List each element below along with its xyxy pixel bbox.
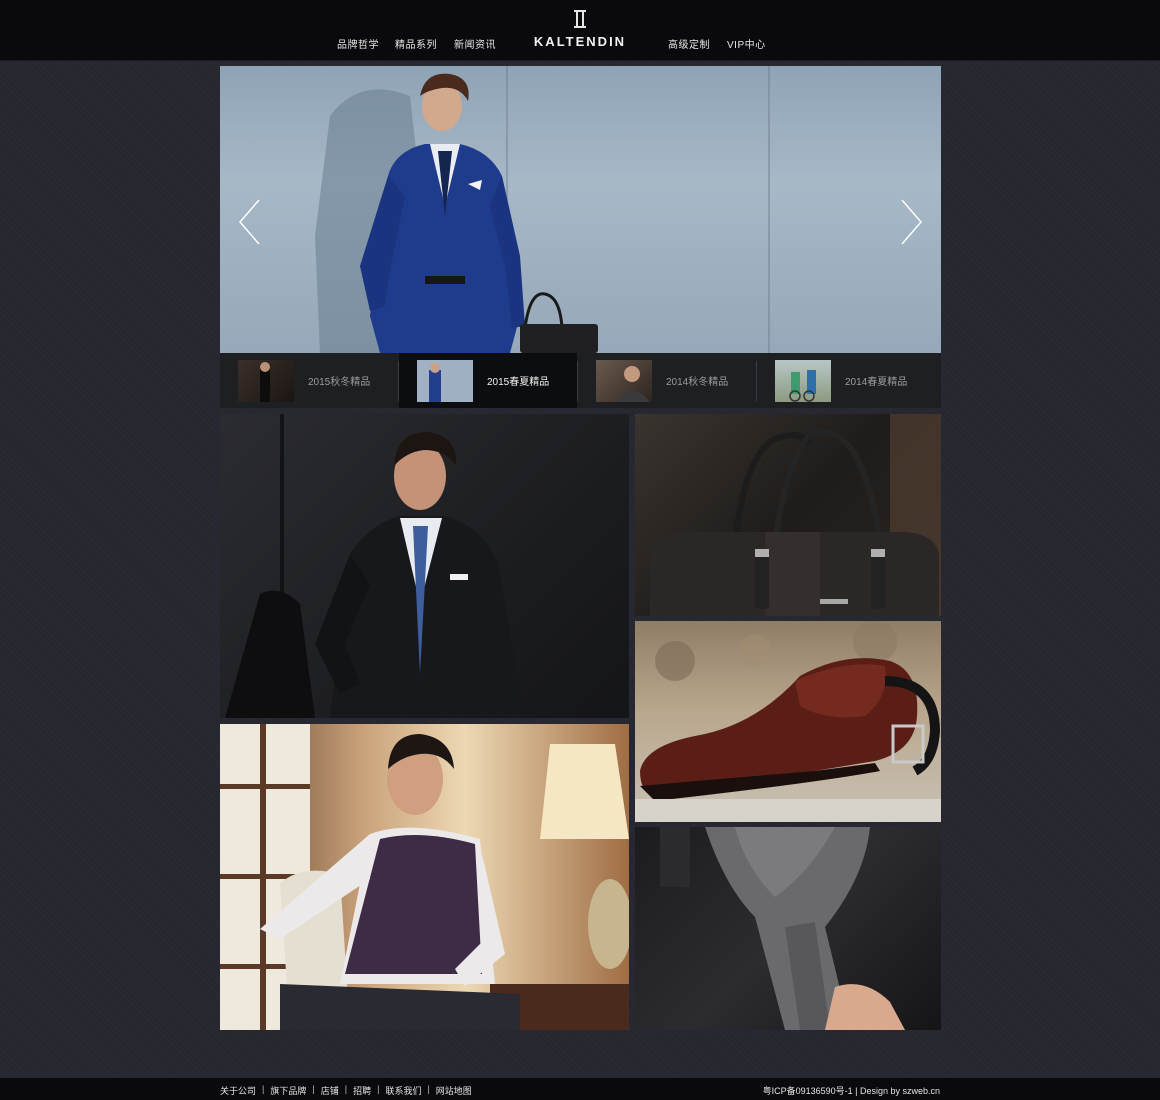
footer-separator: |	[312, 1084, 315, 1094]
brand-logo[interactable]: KALTENDIN	[531, 10, 629, 50]
nav-news[interactable]: 新闻资讯	[454, 36, 496, 51]
grey-scarf-illustration	[660, 827, 905, 1030]
footer-link-contact[interactable]: 联系我们	[385, 1084, 421, 1097]
footer-separator: |	[427, 1084, 430, 1094]
model-blue-suit-illustration	[315, 73, 598, 353]
hero-slider: 2015秋冬精品 2015春夏精品 2014秋冬精品 2014春夏精品	[220, 66, 941, 408]
leather-bag-illustration	[650, 414, 941, 616]
thumb-label: 2014秋冬精品	[666, 377, 729, 388]
nav-brand-philosophy[interactable]: 品牌哲学	[337, 36, 379, 51]
slider-thumbnail-bar: 2015秋冬精品 2015春夏精品 2014秋冬精品 2014春夏精品	[220, 353, 941, 408]
chevron-right-icon[interactable]	[898, 198, 924, 246]
thumb-image	[596, 360, 652, 402]
nav-vip-center[interactable]: VIP中心	[727, 36, 766, 51]
footer-copyright: 粤ICP备09136590号-1 | Design by szweb.cn	[762, 1086, 940, 1096]
slide-image-suit[interactable]	[220, 66, 941, 353]
thumb-image	[238, 360, 294, 402]
footer-link-jobs[interactable]: 招聘	[353, 1084, 371, 1097]
tile-suit-formal[interactable]	[220, 414, 629, 718]
site-footer: 关于公司 | 旗下品牌 | 店铺 | 招聘 | 联系我们 | 网站地图 粤ICP…	[0, 1078, 1160, 1100]
footer-separator: |	[377, 1084, 380, 1094]
oxford-shoe-illustration	[635, 621, 941, 822]
footer-link-sitemap[interactable]: 网站地图	[436, 1084, 472, 1097]
nav-collections[interactable]: 精品系列	[395, 36, 437, 51]
thumb-label: 2015秋冬精品	[308, 377, 371, 388]
tile-knit-vest[interactable]	[220, 724, 629, 1030]
footer-link-stores[interactable]: 店铺	[321, 1084, 339, 1097]
footer-links: 关于公司 | 旗下品牌 | 店铺 | 招聘 | 联系我们 | 网站地图	[220, 1084, 472, 1097]
footer-link-about[interactable]: 关于公司	[220, 1084, 256, 1097]
logo-text: KALTENDIN	[533, 34, 627, 49]
slider-thumb-2015-ss[interactable]: 2015春夏精品	[399, 353, 577, 408]
footer-separator: |	[262, 1084, 265, 1094]
thumb-image	[775, 360, 831, 402]
site-header: 品牌哲学 精品系列 新闻资讯 KALTENDIN 高级定制 VIP中心	[0, 0, 1160, 61]
nav-custom-tailoring[interactable]: 高级定制	[668, 36, 710, 51]
logo-mark-icon	[574, 10, 586, 28]
model-black-suit-illustration	[225, 414, 525, 718]
model-knit-vest-illustration	[220, 724, 629, 1030]
tile-oxford-shoe[interactable]	[635, 621, 941, 822]
footer-link-brands[interactable]: 旗下品牌	[270, 1084, 306, 1097]
slider-thumb-2014-fw[interactable]: 2014秋冬精品	[578, 353, 756, 408]
thumb-image	[417, 360, 473, 402]
tile-grey-scarf[interactable]	[635, 827, 941, 1030]
tile-leather-bag[interactable]	[635, 414, 941, 616]
slider-thumb-2014-ss[interactable]: 2014春夏精品	[757, 353, 935, 408]
footer-separator: |	[344, 1084, 348, 1094]
slider-thumb-2015-fw[interactable]: 2015秋冬精品	[220, 353, 398, 408]
thumb-label: 2014春夏精品	[845, 377, 908, 388]
thumb-label: 2015春夏精品	[487, 377, 550, 388]
chevron-left-icon[interactable]	[237, 198, 263, 246]
